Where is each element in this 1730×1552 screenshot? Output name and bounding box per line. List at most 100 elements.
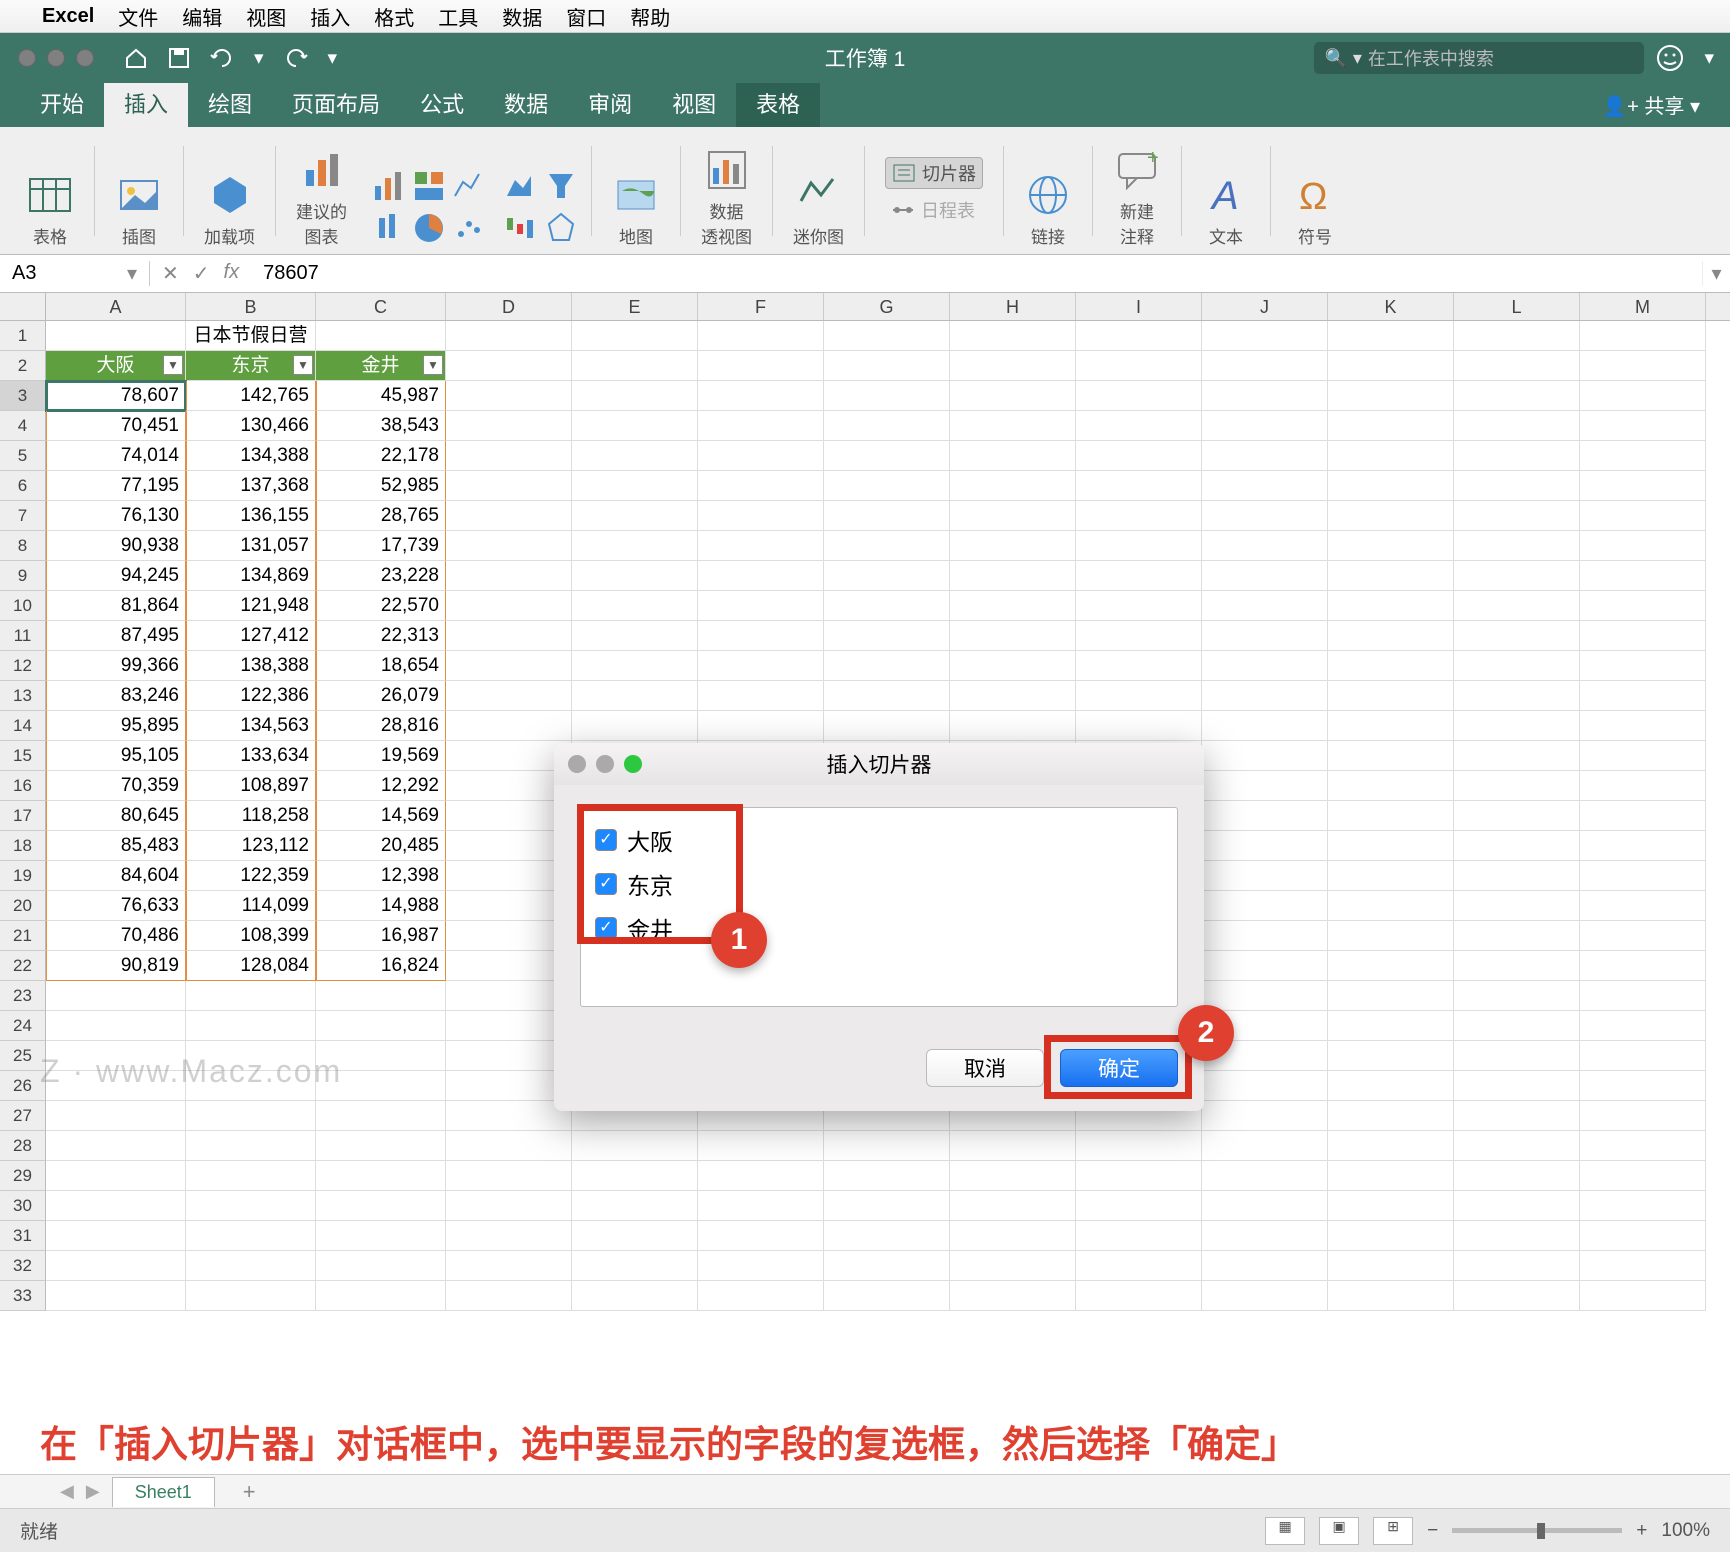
cell[interactable] [1328, 1041, 1454, 1071]
cell[interactable] [316, 1191, 446, 1221]
stat-chart-icon[interactable] [371, 210, 407, 246]
cell[interactable] [1328, 801, 1454, 831]
cell[interactable] [1454, 531, 1580, 561]
cell[interactable]: 94,245 [46, 561, 186, 591]
cell[interactable]: 134,869 [186, 561, 316, 591]
cell[interactable] [1580, 411, 1706, 441]
cell[interactable] [1202, 531, 1328, 561]
row-header[interactable]: 1 [0, 321, 46, 351]
cell[interactable]: 76,633 [46, 891, 186, 921]
cell[interactable]: 东京▼ [186, 351, 316, 381]
cell[interactable] [1328, 351, 1454, 381]
cell[interactable] [1202, 381, 1328, 411]
cell[interactable] [950, 621, 1076, 651]
cell[interactable] [1202, 741, 1328, 771]
cell[interactable] [950, 411, 1076, 441]
dialog-maximize-icon[interactable] [624, 755, 642, 773]
column-header[interactable]: E [572, 293, 698, 320]
cell[interactable] [572, 351, 698, 381]
cell[interactable] [572, 501, 698, 531]
zoom-level[interactable]: 100% [1661, 1520, 1710, 1542]
group-symbol[interactable]: Ω 符号 [1279, 127, 1351, 254]
cell[interactable] [950, 1221, 1076, 1251]
name-box[interactable]: A3 ▾ [0, 261, 150, 286]
cell[interactable]: 122,359 [186, 861, 316, 891]
cell[interactable]: 19,569 [316, 741, 446, 771]
cell[interactable] [46, 321, 186, 351]
cell[interactable] [186, 1161, 316, 1191]
cell[interactable] [1202, 411, 1328, 441]
row-header[interactable]: 33 [0, 1281, 46, 1311]
cell[interactable]: 22,313 [316, 621, 446, 651]
cell[interactable]: 22,178 [316, 441, 446, 471]
cell[interactable]: 70,451 [46, 411, 186, 441]
redo-dropdown-icon[interactable]: ▾ [328, 47, 338, 70]
cell[interactable]: 28,765 [316, 501, 446, 531]
formula-input[interactable]: 78607 [251, 262, 1702, 285]
cell[interactable] [1454, 1161, 1580, 1191]
cell[interactable] [1580, 1011, 1706, 1041]
cell[interactable] [1076, 561, 1202, 591]
column-header[interactable]: J [1202, 293, 1328, 320]
cell[interactable] [572, 381, 698, 411]
cell[interactable] [1202, 1071, 1328, 1101]
cell[interactable] [1580, 1071, 1706, 1101]
column-header[interactable]: B [186, 293, 316, 320]
slicer-button[interactable]: 切片器 [885, 157, 983, 189]
cell[interactable] [1328, 711, 1454, 741]
cell[interactable] [1454, 1281, 1580, 1311]
cell[interactable] [824, 681, 950, 711]
cell[interactable]: 金井▼ [316, 351, 446, 381]
cell[interactable] [572, 561, 698, 591]
cell[interactable] [698, 381, 824, 411]
menu-edit[interactable]: 编辑 [182, 2, 222, 31]
add-sheet-button[interactable]: + [227, 1479, 272, 1505]
cell[interactable] [1328, 411, 1454, 441]
menu-window[interactable]: 窗口 [566, 2, 606, 31]
cell[interactable] [824, 1281, 950, 1311]
cell[interactable] [1454, 1041, 1580, 1071]
cell[interactable]: 14,569 [316, 801, 446, 831]
cell[interactable] [1454, 411, 1580, 441]
cell[interactable] [446, 711, 572, 741]
row-header[interactable]: 3 [0, 381, 46, 411]
cell[interactable]: 138,388 [186, 651, 316, 681]
cell[interactable] [446, 531, 572, 561]
cell[interactable]: 137,368 [186, 471, 316, 501]
normal-view-icon[interactable]: ▦ [1265, 1517, 1305, 1545]
cell[interactable] [572, 711, 698, 741]
cell[interactable] [950, 321, 1076, 351]
cell[interactable] [446, 441, 572, 471]
cell[interactable] [186, 1131, 316, 1161]
row-header[interactable]: 17 [0, 801, 46, 831]
cell[interactable] [1328, 651, 1454, 681]
cell[interactable]: 20,485 [316, 831, 446, 861]
row-header[interactable]: 32 [0, 1251, 46, 1281]
cell[interactable]: 78,607 [46, 381, 186, 411]
cell[interactable] [1580, 561, 1706, 591]
cell[interactable] [1328, 1161, 1454, 1191]
feedback-dropdown-icon[interactable]: ▾ [1704, 47, 1714, 70]
cell[interactable] [1454, 1191, 1580, 1221]
cell[interactable] [316, 1131, 446, 1161]
cell[interactable] [1328, 831, 1454, 861]
cell[interactable]: 28,816 [316, 711, 446, 741]
tab-formulas[interactable]: 公式 [400, 79, 484, 127]
cell[interactable] [1202, 1191, 1328, 1221]
cell[interactable] [950, 1131, 1076, 1161]
cell[interactable] [1202, 801, 1328, 831]
cell[interactable] [1328, 1071, 1454, 1101]
cell[interactable] [1202, 501, 1328, 531]
cell[interactable] [1076, 381, 1202, 411]
row-header[interactable]: 22 [0, 951, 46, 981]
cell[interactable] [446, 1131, 572, 1161]
cell[interactable] [1454, 741, 1580, 771]
cell[interactable] [1580, 1221, 1706, 1251]
cell[interactable] [1328, 471, 1454, 501]
cell[interactable] [824, 1161, 950, 1191]
cell[interactable] [824, 471, 950, 501]
cell[interactable] [1580, 1281, 1706, 1311]
cell[interactable]: 38,543 [316, 411, 446, 441]
cell[interactable]: 130,466 [186, 411, 316, 441]
row-header[interactable]: 14 [0, 711, 46, 741]
